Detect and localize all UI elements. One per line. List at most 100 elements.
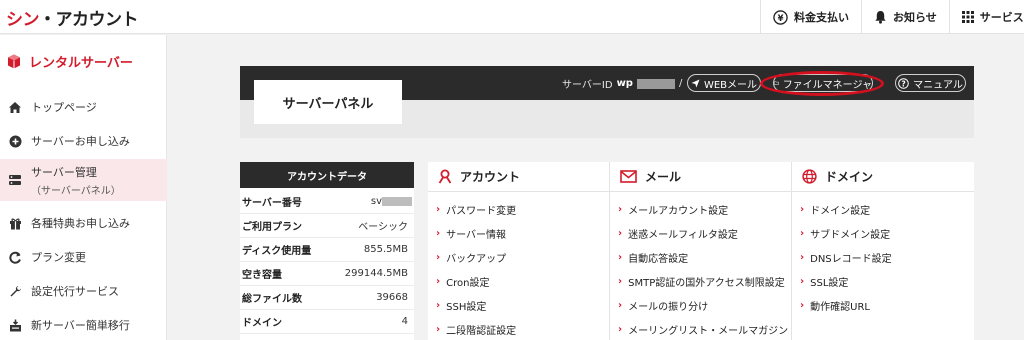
link-mailing-list[interactable]: › メーリングリスト・メールマガジン xyxy=(618,322,788,337)
server-id-label: サーバーID xyxy=(562,80,613,91)
server-id-redaction xyxy=(636,78,675,89)
account-data-panel: アカウントデータ サーバー番号 sv ご利用プラン ベーシック ディスク使用量 … xyxy=(240,162,414,340)
chevron-right-icon: › xyxy=(618,252,623,263)
link-label: パスワード変更 xyxy=(446,206,517,217)
link-label: SSH設定 xyxy=(446,302,487,313)
sidebar-item-top[interactable]: トップページ xyxy=(0,95,167,119)
link-label: SSL設定 xyxy=(810,278,849,289)
svg-text:?: ? xyxy=(901,79,905,88)
top-header: シン・アカウント ¥ 料金支払い お知らせ サービス管 xyxy=(0,0,1024,34)
manual-button[interactable]: ? マニュアル xyxy=(895,74,966,92)
link-server-info[interactable]: › サーバー情報 xyxy=(436,226,506,241)
server-number-redaction xyxy=(382,196,412,206)
row-key: 総ファイル数 xyxy=(242,294,302,305)
grid-icon xyxy=(961,11,974,23)
logo-text: ・アカウント xyxy=(39,10,139,30)
chevron-right-icon: › xyxy=(436,300,441,311)
account-column-title: アカウント xyxy=(460,170,521,184)
link-subdomain[interactable]: › サブドメイン設定 xyxy=(800,226,890,241)
server-icon xyxy=(8,173,22,187)
sidebar-item-label: 新サーバー簡単移行 xyxy=(31,319,130,332)
row-key: サーバー番号 xyxy=(242,198,302,209)
account-column-header: アカウント xyxy=(428,162,610,192)
wrench-icon xyxy=(8,284,22,298)
chevron-right-icon: › xyxy=(618,204,623,215)
chevron-right-icon: › xyxy=(436,228,441,239)
row-key: ドメイン xyxy=(242,318,282,329)
link-ssl[interactable]: › SSL設定 xyxy=(800,274,848,289)
link-password-change[interactable]: › パスワード変更 xyxy=(436,202,516,217)
server-panel-header: サーバーID wp / WEBメール ファイルマネージャ ? マニュアル サーバ… xyxy=(240,66,974,138)
link-label: サブドメイン設定 xyxy=(810,230,891,241)
row-value: 299144.5MB xyxy=(344,268,408,279)
chevron-right-icon: › xyxy=(436,252,441,263)
account-data-row: ドメイン 4 xyxy=(240,310,414,334)
link-label: 自動応答設定 xyxy=(628,254,689,265)
plus-circle-icon xyxy=(8,134,22,148)
link-spam-filter[interactable]: › 迷惑メールフィルタ設定 xyxy=(618,226,738,241)
link-2fa[interactable]: › 二段階認証設定 xyxy=(436,322,516,337)
row-key: ご利用プラン xyxy=(242,222,302,233)
link-cron[interactable]: › Cron設定 xyxy=(436,274,489,289)
mail-column: メール › メールアカウント設定 › 迷惑メールフィルタ設定 › 自動応答設定 › SM… xyxy=(610,162,792,340)
sidebar: レンタルサーバー トップページ サーバーお申し込み サーバー管理 （サーバーパネ… xyxy=(0,35,167,340)
server-number-value: sv xyxy=(370,196,382,207)
notice-button[interactable]: お知らせ xyxy=(861,0,949,34)
account-data-row: サーバー番号 sv xyxy=(240,190,414,214)
webmail-button[interactable]: WEBメール xyxy=(687,74,761,92)
migrate-icon xyxy=(8,318,22,332)
link-auto-reply[interactable]: › 自動応答設定 xyxy=(618,250,688,265)
server-id: サーバーID wp / xyxy=(562,76,682,91)
link-mail-account[interactable]: › メールアカウント設定 xyxy=(618,202,728,217)
sidebar-item-benefits[interactable]: 各種特典お申し込み xyxy=(0,211,167,235)
link-label: Cron設定 xyxy=(446,278,490,289)
link-mail-sorting[interactable]: › メールの振り分け xyxy=(618,298,708,313)
row-value: 4 xyxy=(401,316,408,327)
chevron-right-icon: › xyxy=(618,228,623,239)
sidebar-item-server-manage[interactable]: サーバー管理 （サーバーパネル） xyxy=(0,159,167,201)
payment-button[interactable]: ¥ 料金支払い xyxy=(760,0,861,34)
services-button[interactable]: サービス管 xyxy=(948,0,1024,34)
sidebar-item-order[interactable]: サーバーお申し込み xyxy=(0,129,167,153)
yen-coin-icon: ¥ xyxy=(773,9,788,25)
home-icon xyxy=(8,100,22,114)
row-value: sv xyxy=(371,196,412,207)
sidebar-item-label: サーバー管理 xyxy=(31,165,97,179)
sidebar-brand-label: レンタルサーバー xyxy=(29,55,133,71)
link-smtp-restriction[interactable]: › SMTP認証の国外アクセス制限設定 xyxy=(618,274,785,289)
chevron-right-icon: › xyxy=(618,276,623,287)
row-key: ディスク使用量 xyxy=(242,246,312,257)
person-icon xyxy=(438,169,452,184)
chevron-right-icon: › xyxy=(800,228,805,239)
chevron-right-icon: › xyxy=(436,204,441,215)
chevron-right-icon: › xyxy=(800,204,805,215)
link-ssh[interactable]: › SSH設定 xyxy=(436,298,486,313)
account-data-row: ディスク使用量 855.5MB xyxy=(240,238,414,262)
link-test-url[interactable]: › 動作確認URL xyxy=(800,298,870,313)
server-cube-icon xyxy=(8,54,20,68)
link-label: バックアップ xyxy=(446,254,507,265)
row-value: 39668 xyxy=(376,292,408,303)
server-id-separator: / xyxy=(678,78,683,89)
link-label: 迷惑メールフィルタ設定 xyxy=(628,230,738,241)
sidebar-item-migration[interactable]: 新サーバー簡単移行 xyxy=(0,313,167,337)
sidebar-item-sublabel: （サーバーパネル） xyxy=(31,185,121,197)
refresh-icon xyxy=(8,250,22,264)
menu-columns: アカウント › パスワード変更 › サーバー情報 › バックアップ › Cron設定 ›… xyxy=(428,162,974,340)
row-value: 855.5MB xyxy=(363,244,408,255)
link-domain-settings[interactable]: › ドメイン設定 xyxy=(800,202,870,217)
link-dns-records[interactable]: › DNSレコード設定 xyxy=(800,250,892,265)
sidebar-item-setup-service[interactable]: 設定代行サービス xyxy=(0,279,167,303)
envelope-icon xyxy=(620,170,637,183)
globe-icon xyxy=(802,169,817,184)
chevron-right-icon: › xyxy=(618,300,623,311)
link-label: SMTP認証の国外アクセス制限設定 xyxy=(628,278,785,289)
sidebar-brand[interactable]: レンタルサーバー xyxy=(0,47,167,75)
sidebar-item-plan-change[interactable]: プラン変更 xyxy=(0,245,167,269)
chevron-right-icon: › xyxy=(800,252,805,263)
webmail-label: WEBメール xyxy=(703,79,758,91)
app-logo[interactable]: シン・アカウント xyxy=(6,5,139,30)
sidebar-item-text: サーバー管理 （サーバーパネル） xyxy=(31,164,121,197)
link-backup[interactable]: › バックアップ xyxy=(436,250,506,265)
sidebar-item-label: 各種特典お申し込み xyxy=(31,217,130,230)
